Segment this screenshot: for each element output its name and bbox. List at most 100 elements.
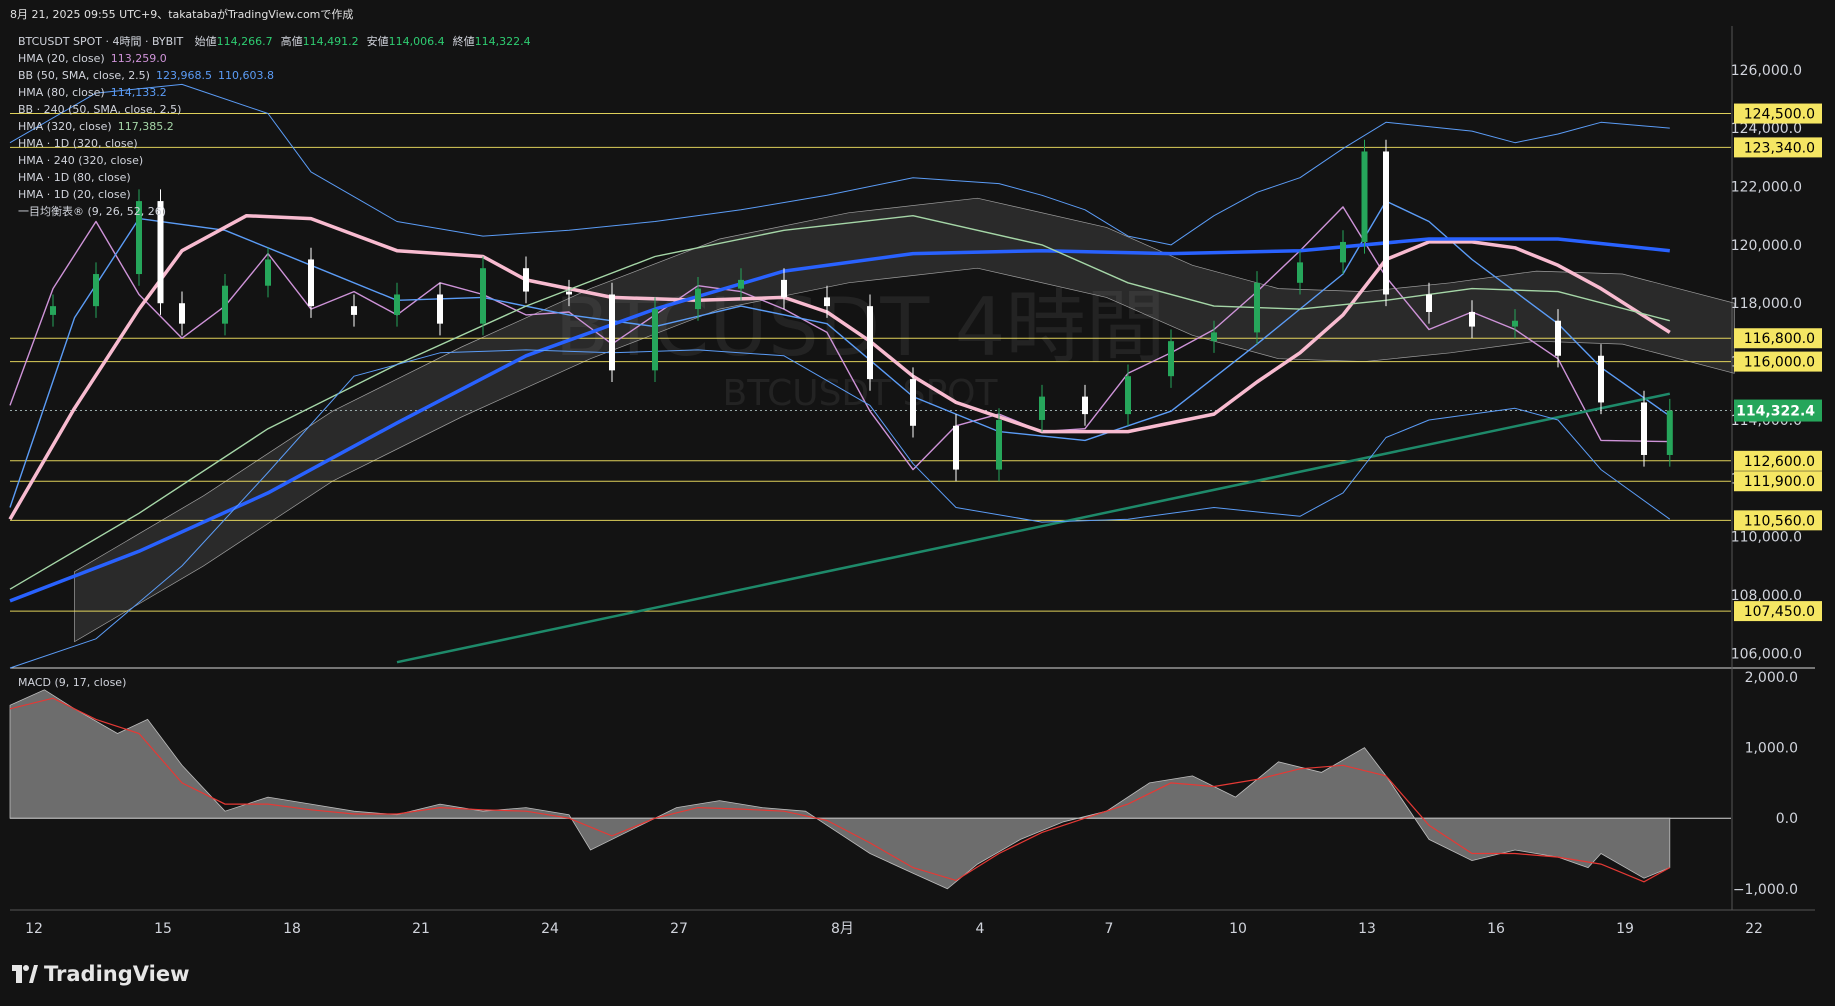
candle-body bbox=[1555, 320, 1561, 356]
price-tick: 106,000.0 bbox=[1731, 646, 1802, 662]
level-label: 112,600.0 bbox=[1744, 454, 1815, 470]
indicator-row[interactable]: 一目均衡表® (9, 26, 52, 26) bbox=[18, 203, 531, 220]
price-tick: 122,000.0 bbox=[1731, 180, 1802, 196]
indicator-value: 114,133.2 bbox=[110, 86, 167, 99]
candle-body bbox=[1297, 262, 1303, 283]
tradingview-logo[interactable]: TradingView bbox=[12, 962, 189, 986]
macd-tick: 2,000.0 bbox=[1745, 670, 1798, 686]
tradingview-logo-icon bbox=[12, 965, 38, 983]
candle-body bbox=[910, 379, 916, 426]
time-tick: 13 bbox=[1358, 921, 1376, 937]
candle-body bbox=[523, 268, 529, 292]
indicator-name: BB (50, SMA, close, 2.5) bbox=[18, 69, 150, 82]
ohlc-label: 始値 bbox=[194, 35, 217, 48]
candle-body bbox=[1469, 311, 1475, 327]
time-tick: 16 bbox=[1487, 921, 1505, 937]
time-tick: 18 bbox=[283, 921, 301, 937]
indicator-row[interactable]: HMA · 240 (320, close) bbox=[18, 152, 531, 169]
indicator-value: 110,603.8 bbox=[217, 69, 274, 82]
level-label: 107,450.0 bbox=[1744, 604, 1815, 620]
indicator-name: HMA (320, close) bbox=[18, 120, 112, 133]
candle-body bbox=[867, 306, 873, 380]
macd-tick: 0.0 bbox=[1776, 811, 1798, 827]
candle-body bbox=[996, 419, 1002, 470]
tradingview-wordmark: TradingView bbox=[44, 962, 190, 986]
candle-body bbox=[1254, 282, 1260, 333]
indicator-name: BB · 240 (50, SMA, close, 2.5) bbox=[18, 103, 182, 116]
candle-body bbox=[1361, 151, 1368, 242]
ohlc-values: 始値114,266.7 高値114,491.2 安値114,006.4 終値114,3… bbox=[187, 35, 531, 48]
candle-body bbox=[566, 291, 572, 295]
candle-body bbox=[1512, 320, 1518, 327]
current-price-label: 114,322.4 bbox=[1736, 404, 1815, 420]
candle-body bbox=[1641, 402, 1647, 455]
time-tick: 15 bbox=[154, 921, 172, 937]
time-tick: 4 bbox=[976, 921, 985, 937]
candle-body bbox=[1383, 151, 1389, 295]
candle-body bbox=[781, 279, 787, 298]
level-label: 123,340.0 bbox=[1744, 140, 1815, 156]
indicator-row[interactable]: HMA · 1D (320, close) bbox=[18, 135, 531, 152]
candle-body bbox=[1082, 396, 1088, 415]
candle-body bbox=[437, 294, 443, 324]
macd-tick: 1,000.0 bbox=[1745, 741, 1798, 757]
candle-body bbox=[953, 425, 959, 470]
ohlc-value: 114,006.4 bbox=[388, 35, 445, 48]
indicator-row[interactable]: HMA (80, close) 114,133.2 bbox=[18, 84, 531, 101]
price-tick: 126,000.0 bbox=[1731, 63, 1802, 79]
candle-body bbox=[824, 297, 830, 307]
indicator-value: 113,259.0 bbox=[110, 52, 167, 65]
level-label: 110,560.0 bbox=[1744, 513, 1815, 529]
indicator-row[interactable]: BB (50, SMA, close, 2.5) 123,968.5 110,603… bbox=[18, 67, 531, 84]
time-tick: 10 bbox=[1229, 921, 1247, 937]
indicator-row[interactable]: HMA (320, close) 117,385.2 bbox=[18, 118, 531, 135]
candle-body bbox=[179, 303, 185, 324]
candle-body bbox=[609, 294, 615, 371]
candle-body bbox=[265, 259, 271, 286]
candle-body bbox=[1666, 410, 1673, 455]
candle-body bbox=[1039, 396, 1045, 420]
indicator-row[interactable]: HMA · 1D (80, close) bbox=[18, 169, 531, 186]
price-tick: 118,000.0 bbox=[1731, 296, 1802, 312]
ohlc-value: 114,322.4 bbox=[474, 35, 531, 48]
chart-window: 8月 21, 2025 09:55 UTC+9、takatabaがTrading… bbox=[0, 0, 1835, 1006]
time-tick: 22 bbox=[1745, 921, 1763, 937]
indicator-row[interactable]: BB · 240 (50, SMA, close, 2.5) bbox=[18, 101, 531, 118]
indicator-name: HMA · 240 (320, close) bbox=[18, 154, 144, 167]
indicator-row[interactable]: HMA · 1D (20, close) bbox=[18, 186, 531, 203]
symbol-row[interactable]: BTCUSDT SPOT · 4時間 · BYBIT 始値114,266.7 高値… bbox=[18, 33, 531, 50]
candle-body bbox=[351, 306, 357, 315]
candle-body bbox=[480, 268, 486, 324]
symbol-label: BTCUSDT SPOT · 4時間 · BYBIT bbox=[18, 35, 184, 48]
candle-body bbox=[1211, 332, 1217, 342]
macd-tick: −1,000.0 bbox=[1733, 882, 1798, 898]
time-tick: 7 bbox=[1105, 921, 1114, 937]
candle-body bbox=[652, 309, 658, 371]
candle-body bbox=[394, 294, 400, 315]
price-tick: 120,000.0 bbox=[1731, 238, 1802, 254]
candle-body bbox=[738, 279, 744, 289]
candle-body bbox=[1340, 241, 1346, 263]
level-label: 111,900.0 bbox=[1744, 474, 1815, 490]
indicator-name: HMA (80, close) bbox=[18, 86, 105, 99]
time-tick: 19 bbox=[1616, 921, 1634, 937]
time-tick: 24 bbox=[541, 921, 559, 937]
footer-bar bbox=[0, 945, 1835, 1006]
candle-body bbox=[1598, 355, 1604, 403]
level-label: 124,500.0 bbox=[1744, 107, 1815, 123]
indicator-legend: BTCUSDT SPOT · 4時間 · BYBIT 始値114,266.7 高値… bbox=[18, 33, 531, 220]
time-tick: 27 bbox=[670, 921, 688, 937]
indicator-name: 一目均衡表® (9, 26, 52, 26) bbox=[18, 205, 167, 218]
time-tick: 21 bbox=[412, 921, 430, 937]
candle-body bbox=[1426, 294, 1432, 312]
candle-body bbox=[308, 259, 314, 307]
indicator-name: HMA (20, close) bbox=[18, 52, 105, 65]
candle-body bbox=[1125, 376, 1131, 415]
level-label: 116,800.0 bbox=[1744, 331, 1815, 347]
indicator-value: 117,385.2 bbox=[117, 120, 174, 133]
indicator-row[interactable]: HMA (20, close) 113,259.0 bbox=[18, 50, 531, 67]
indicator-name: HMA · 1D (80, close) bbox=[18, 171, 131, 184]
time-tick: 8月 bbox=[831, 921, 854, 937]
macd-title: MACD (9, 17, close) bbox=[18, 676, 127, 689]
time-tick: 12 bbox=[25, 921, 43, 937]
